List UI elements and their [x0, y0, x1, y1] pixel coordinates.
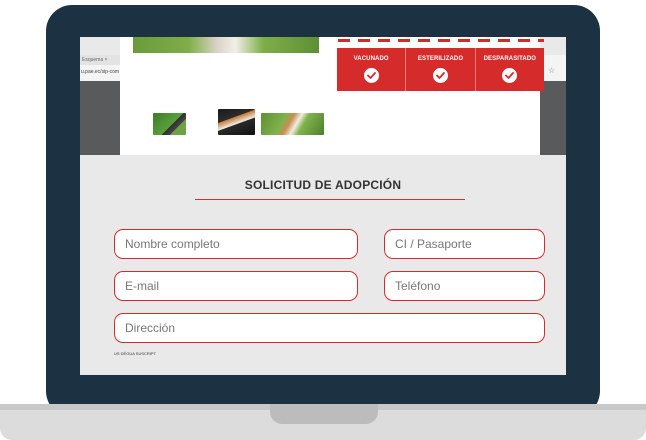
address-bar[interactable]: u.pae.ec/sip-com — [80, 67, 121, 77]
thumbnail-photo[interactable] — [153, 113, 186, 135]
browser-tab[interactable]: Esquema × — [80, 55, 122, 65]
phone-input[interactable] — [384, 271, 545, 301]
check-icon — [502, 68, 518, 83]
decorative-dashed-line — [338, 39, 544, 42]
page-background-left — [80, 81, 120, 155]
title-underline — [195, 199, 465, 200]
browser-chrome-left: Esquema × u.pae.ec/sip-com — [80, 55, 122, 155]
form-title: SOLICITUD DE ADOPCIÓN — [244, 178, 402, 192]
thumbnail-photo[interactable] — [261, 113, 324, 135]
thumbnail-photo[interactable] — [218, 109, 255, 135]
health-badges: VACUNADO ESTERILIZADO DESPARASITADO — [337, 48, 544, 91]
badge-label: ESTERILIZADO — [417, 56, 464, 62]
pet-main-photo — [133, 37, 319, 53]
fine-print: US DÉGUA SUSCRIPT — [114, 351, 548, 365]
check-icon — [363, 68, 379, 83]
pet-detail-panel: VACUNADO ESTERILIZADO DESPARASITADO — [120, 37, 544, 155]
badge-desparasitado: DESPARASITADO — [475, 48, 544, 91]
star-icon[interactable]: ☆ — [548, 66, 555, 75]
check-icon — [432, 68, 448, 83]
full-name-input[interactable] — [114, 229, 358, 259]
fine-print-link[interactable]: US DÉGUA SUSCRIPT — [114, 351, 156, 356]
email-input[interactable] — [114, 271, 358, 301]
badge-label: VACUNADO — [353, 56, 389, 62]
id-passport-input[interactable] — [384, 229, 545, 259]
badge-vacunado: VACUNADO — [337, 48, 407, 91]
photo-thumbnails — [151, 109, 331, 137]
badge-label: DESPARASITADO — [483, 56, 537, 62]
badge-esterilizado: ESTERILIZADO — [406, 48, 476, 91]
laptop-notch — [270, 404, 378, 424]
address-input[interactable] — [114, 313, 545, 343]
page-background-right — [540, 81, 566, 155]
laptop-screen: Esquema × u.pae.ec/sip-com ☆ VACUNADO ES… — [80, 37, 566, 375]
